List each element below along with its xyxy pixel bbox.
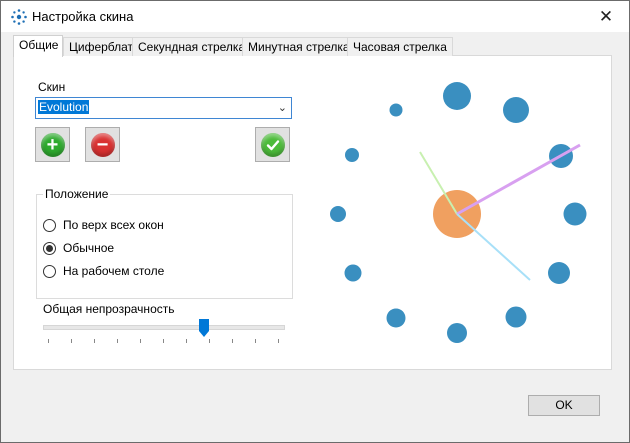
clock-dot: [563, 202, 587, 226]
tab-dial[interactable]: Циферблат: [63, 37, 140, 56]
slider-tick: [94, 339, 95, 343]
close-icon: ✕: [598, 6, 614, 26]
clock-dot: [386, 308, 406, 328]
slider-tick: [278, 339, 279, 343]
ok-button[interactable]: OK: [528, 395, 600, 416]
slider-tick: [71, 339, 72, 343]
clock-dot: [345, 148, 359, 162]
tab-label: Секундная стрелка: [138, 40, 246, 54]
slider-tick: [163, 339, 164, 343]
tab-label: Часовая стрелка: [353, 40, 447, 54]
apply-skin-button[interactable]: [255, 127, 290, 162]
add-skin-button[interactable]: +: [35, 127, 70, 162]
minute-hand: [456, 143, 581, 216]
close-button[interactable]: ✕: [583, 1, 629, 32]
tab-label: Общие: [19, 38, 59, 52]
app-clock-icon: [11, 9, 27, 25]
clock-dot: [330, 206, 346, 222]
radio-on-desktop[interactable]: На рабочем столе: [43, 264, 164, 278]
window-title: Настройка скина: [32, 9, 134, 24]
remove-skin-button[interactable]: −: [85, 127, 120, 162]
skin-label: Скин: [38, 80, 66, 94]
radio-label: По верх всех окон: [63, 218, 164, 232]
tab-second-hand[interactable]: Секундная стрелка: [132, 37, 252, 56]
radio-button[interactable]: [43, 218, 56, 232]
slider-tick: [255, 339, 256, 343]
clock-dot: [389, 103, 403, 117]
clock-dot: [447, 323, 467, 343]
clock-dot: [344, 264, 362, 282]
chevron-down-icon: ⌄: [277, 102, 287, 114]
opacity-label: Общая непрозрачность: [43, 302, 175, 316]
skin-dropdown[interactable]: Evolution ⌄: [35, 97, 292, 119]
tab-minute-hand[interactable]: Минутная стрелка: [242, 37, 356, 56]
minus-icon: −: [90, 132, 115, 157]
opacity-slider-thumb[interactable]: [199, 319, 209, 337]
clock-dot: [503, 97, 529, 123]
radio-button[interactable]: [43, 264, 56, 278]
tab-general[interactable]: Общие: [13, 35, 63, 57]
slider-tick: [117, 339, 118, 343]
radio-label: Обычное: [63, 241, 115, 255]
slider-tick: [140, 339, 141, 343]
checkmark-icon: [260, 132, 285, 157]
plus-icon: +: [40, 132, 65, 157]
clock-preview: [330, 82, 587, 343]
tab-hour-hand[interactable]: Часовая стрелка: [347, 37, 453, 56]
position-group-title: Положение: [43, 187, 111, 201]
slider-tick: [186, 339, 187, 343]
opacity-slider-track[interactable]: [43, 325, 285, 330]
radio-normal[interactable]: Обычное: [43, 241, 114, 255]
clock-dot: [548, 262, 570, 284]
second-hand: [456, 213, 531, 281]
clock-dot: [443, 82, 471, 110]
title-bar: Настройка скина ✕: [1, 1, 629, 32]
radio-label: На рабочем столе: [63, 264, 165, 278]
tab-label: Минутная стрелка: [248, 40, 350, 54]
slider-tick: [209, 339, 210, 343]
tab-label: Циферблат: [69, 40, 134, 54]
radio-always-on-top[interactable]: По верх всех окон: [43, 218, 164, 232]
skin-selected-value: Evolution: [38, 100, 90, 114]
clock-dot: [505, 306, 527, 328]
slider-tick: [48, 339, 49, 343]
radio-button[interactable]: [43, 241, 56, 255]
slider-tick: [232, 339, 233, 343]
